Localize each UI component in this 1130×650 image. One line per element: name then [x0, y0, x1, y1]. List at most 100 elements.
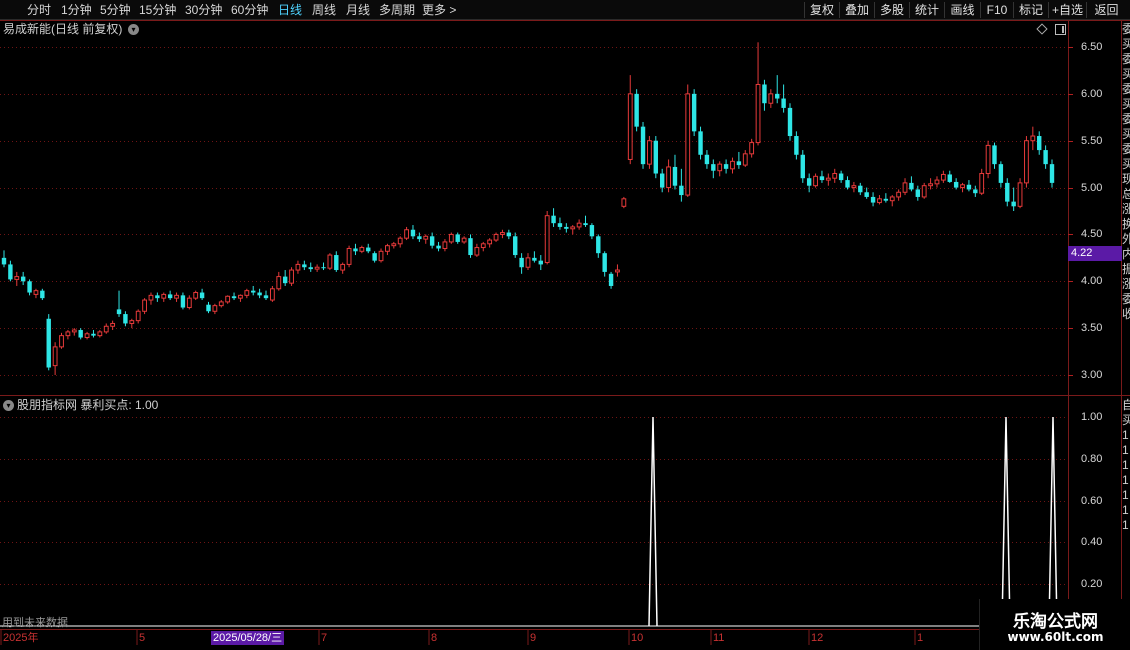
candle	[71, 328, 77, 336]
candle	[538, 255, 543, 271]
candle-body	[762, 84, 767, 104]
candle	[91, 330, 96, 338]
candle-body	[768, 93, 774, 104]
candle-body	[1037, 136, 1042, 151]
candle	[1005, 178, 1010, 207]
candle-body	[775, 93, 780, 99]
candle-body	[832, 173, 838, 179]
candle-body	[1, 257, 7, 265]
candle	[647, 136, 652, 169]
candle	[736, 151, 742, 169]
candle-body	[653, 140, 659, 174]
candle	[142, 298, 147, 315]
candle	[40, 288, 45, 301]
candle	[583, 215, 588, 227]
candle-body	[269, 288, 275, 301]
candle-body	[231, 296, 237, 299]
candle	[135, 309, 141, 324]
candle	[589, 223, 595, 240]
candle-body	[423, 235, 429, 240]
candle-body	[813, 175, 818, 187]
indicator-tick-label: 0.60	[1081, 494, 1103, 507]
candle	[314, 264, 320, 272]
candle-body	[84, 333, 90, 339]
candle	[500, 229, 505, 239]
date-axis-label: 12	[811, 632, 824, 644]
candle-body	[455, 234, 460, 242]
candle-body	[110, 322, 116, 327]
candle-body	[429, 236, 435, 246]
candle	[883, 193, 889, 203]
date-axis-label: 9	[530, 632, 537, 644]
candle	[385, 243, 390, 256]
candle	[730, 157, 735, 174]
grid-lines	[0, 20, 1130, 650]
candle-body	[493, 233, 499, 241]
candle	[947, 170, 952, 183]
candle-body	[794, 136, 799, 155]
candle	[640, 121, 646, 169]
candle-body	[302, 264, 307, 268]
candle-body	[295, 263, 301, 271]
candle	[909, 176, 914, 192]
candle	[110, 320, 116, 331]
candle	[14, 271, 20, 286]
candle-body	[851, 185, 857, 189]
candle-body	[404, 229, 409, 239]
candle-body	[825, 177, 831, 181]
chart-canvas[interactable]	[0, 0, 1130, 650]
candle	[487, 238, 493, 248]
candle	[1030, 126, 1036, 151]
candle-body	[800, 154, 805, 179]
candle	[998, 161, 1004, 188]
candle	[116, 290, 122, 317]
candle-body	[257, 292, 262, 296]
date-axis-label: 10	[631, 632, 644, 644]
candle-body	[480, 243, 486, 249]
candle-body	[711, 164, 716, 171]
candle-body	[960, 184, 965, 189]
candle-body	[634, 93, 639, 127]
candle	[787, 103, 793, 141]
candle-body	[123, 314, 128, 324]
candle	[295, 260, 301, 274]
candle	[960, 182, 965, 193]
candle	[238, 294, 243, 302]
candle-body	[167, 294, 173, 299]
candle	[340, 262, 346, 274]
candle-body	[174, 294, 179, 299]
candle	[902, 178, 908, 196]
candle	[596, 234, 601, 258]
date-axis-label: 1	[917, 632, 924, 644]
candle-body	[206, 304, 211, 312]
candle	[819, 170, 825, 183]
candle	[615, 264, 620, 277]
candle	[27, 279, 32, 296]
candle-body	[506, 232, 512, 237]
candle-body	[46, 318, 51, 368]
candle-body	[730, 160, 735, 170]
candle-body	[212, 305, 218, 312]
candle-body	[973, 189, 978, 194]
date-axis-label: 7	[321, 632, 328, 644]
candle	[1, 250, 7, 268]
candle	[851, 181, 857, 193]
candle-body	[640, 126, 646, 165]
candle-body	[781, 98, 786, 108]
candle-body	[78, 330, 83, 338]
candle	[251, 285, 256, 296]
candle	[711, 159, 716, 179]
candle-body	[717, 163, 723, 172]
candle-body	[576, 222, 582, 228]
candle-body	[985, 144, 991, 175]
candle	[155, 292, 160, 302]
candle-body	[1024, 140, 1029, 184]
candle-body	[672, 166, 678, 186]
candle	[800, 150, 805, 183]
side-panel-text: 委买委买委买委买委买现总涨换外内振涨委收	[1122, 22, 1130, 321]
candle	[985, 140, 991, 179]
candle	[551, 208, 556, 227]
candle	[448, 232, 454, 244]
candle	[84, 331, 90, 340]
candle-body	[551, 215, 556, 224]
